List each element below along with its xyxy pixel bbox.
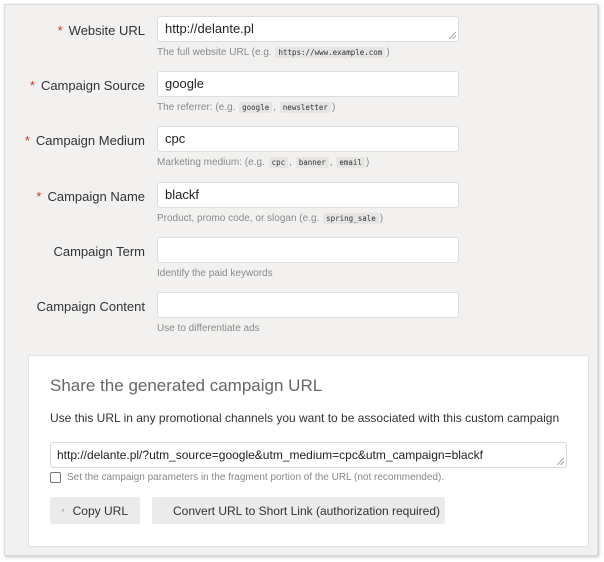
input-value: google bbox=[165, 76, 205, 91]
hint-code: banner bbox=[295, 157, 329, 168]
hint-code: newsletter bbox=[279, 102, 331, 113]
share-description: Use this URL in any promotional channels… bbox=[50, 411, 560, 425]
label-text: Campaign Source bbox=[40, 78, 145, 93]
generated-url-value: http://delante.pl/?utm_source=google&utm… bbox=[57, 448, 483, 462]
copy-url-button[interactable]: Copy URL bbox=[50, 497, 140, 524]
campaign-medium-label: * Campaign Medium bbox=[25, 133, 145, 148]
hint-code: cpc bbox=[268, 157, 289, 168]
campaign-term-label: Campaign Term bbox=[53, 244, 145, 259]
hint-code: spring_sale bbox=[323, 213, 379, 224]
campaign-name-input[interactable]: blackf bbox=[157, 182, 459, 208]
share-title: Share the generated campaign URL bbox=[50, 376, 323, 395]
campaign-medium-hint: Marketing medium: (e.g. cpc, banner, ema… bbox=[157, 157, 370, 168]
fragment-checkbox[interactable] bbox=[50, 472, 61, 483]
hint-text: Marketing medium: (e.g. bbox=[157, 157, 265, 168]
campaign-url-builder: * Website URL http://delante.pl The full … bbox=[4, 4, 598, 556]
hint-code: https://www.example.com bbox=[275, 47, 386, 58]
campaign-term-hint: Identify the paid keywords bbox=[157, 268, 273, 279]
label-text: Campaign Name bbox=[47, 189, 145, 204]
hint-text: Product, promo code, or slogan (e.g. bbox=[157, 213, 320, 224]
convert-short-link-label: Convert URL to Short Link (authorization… bbox=[173, 503, 441, 518]
fragment-option[interactable]: Set the campaign parameters in the fragm… bbox=[50, 472, 444, 483]
campaign-source-hint: The referrer: (e.g. google, newsletter) bbox=[157, 102, 336, 113]
campaign-name-label: * Campaign Name bbox=[36, 189, 145, 204]
hint-code: google bbox=[239, 102, 273, 113]
clipboard-icon bbox=[62, 509, 64, 512]
hint-suffix: ) bbox=[379, 213, 384, 224]
hint-suffix: ) bbox=[365, 157, 370, 168]
generated-url-field[interactable]: http://delante.pl/?utm_source=google&utm… bbox=[50, 442, 567, 468]
website-url-label: * Website URL bbox=[58, 23, 145, 38]
campaign-source-input[interactable]: google bbox=[157, 71, 459, 97]
campaign-medium-input[interactable]: cpc bbox=[157, 126, 459, 152]
resize-handle[interactable] bbox=[449, 32, 456, 39]
campaign-content-label: Campaign Content bbox=[36, 299, 145, 314]
required-marker: * bbox=[36, 189, 42, 204]
hint-text: The full website URL (e.g. bbox=[157, 47, 272, 58]
hint-suffix: ) bbox=[331, 102, 336, 113]
hint-text: The referrer: (e.g. bbox=[157, 102, 236, 113]
campaign-term-input[interactable] bbox=[157, 237, 459, 263]
convert-short-link-button[interactable]: Convert URL to Short Link (authorization… bbox=[152, 497, 445, 524]
campaign-source-label: * Campaign Source bbox=[30, 78, 145, 93]
input-value: blackf bbox=[165, 187, 199, 202]
required-marker: * bbox=[57, 23, 63, 38]
share-url-panel: Share the generated campaign URL Use thi… bbox=[28, 355, 589, 547]
label-text: Website URL bbox=[68, 23, 145, 38]
fragment-checkbox-label[interactable]: Set the campaign parameters in the fragm… bbox=[67, 472, 444, 483]
website-url-hint: The full website URL (e.g. https://www.e… bbox=[157, 47, 390, 58]
campaign-name-hint: Product, promo code, or slogan (e.g. spr… bbox=[157, 213, 383, 224]
label-text: Campaign Medium bbox=[35, 133, 145, 148]
input-value: cpc bbox=[165, 131, 186, 146]
input-value: http://delante.pl bbox=[165, 21, 254, 36]
campaign-content-hint: Use to differentiate ads bbox=[157, 323, 260, 334]
resize-handle[interactable] bbox=[557, 458, 564, 465]
required-marker: * bbox=[29, 78, 35, 93]
copy-url-label: Copy URL bbox=[72, 503, 128, 518]
required-marker: * bbox=[24, 133, 30, 148]
hint-suffix: ) bbox=[386, 47, 390, 58]
campaign-content-input[interactable] bbox=[157, 292, 459, 318]
website-url-input[interactable]: http://delante.pl bbox=[157, 16, 459, 42]
hint-code: email bbox=[336, 157, 365, 168]
